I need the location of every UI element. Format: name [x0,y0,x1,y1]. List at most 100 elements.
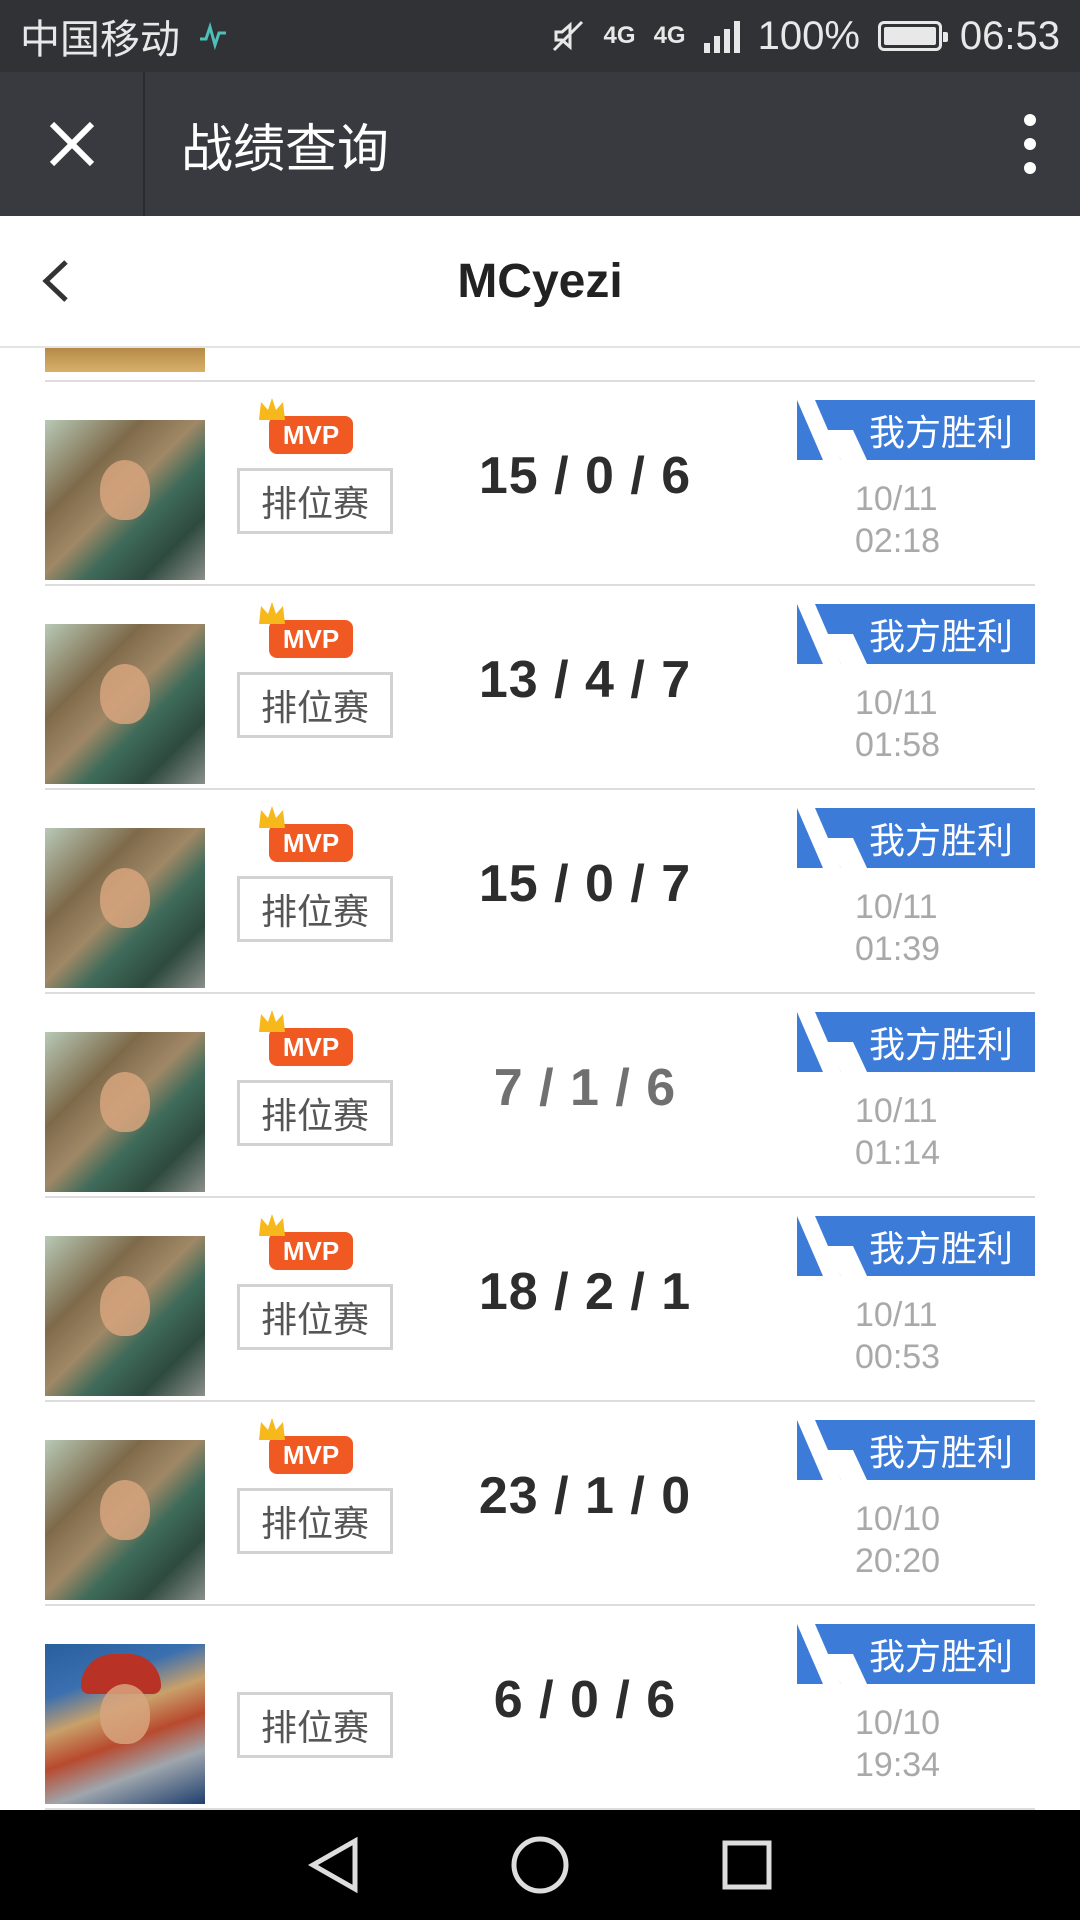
match-date: 10/10 [855,1704,941,1742]
chevron-left-icon [42,260,68,302]
match-datetime: 10/10 19:34 [855,1702,940,1786]
result-label: 我方胜利 [868,1432,1013,1473]
kda-score: 15 / 0 / 6 [478,447,692,505]
signal-icon [703,19,740,53]
match-row[interactable]: MVP 排位赛 23 / 1 / 0 我方胜利 10/10 20:20 [45,1402,1035,1606]
result-label: 我方胜利 [868,1228,1013,1269]
page-header: MCyezi [0,216,1080,348]
kda-score: 6 / 0 / 6 [493,1671,677,1729]
kda-score: 15 / 0 / 7 [478,855,692,913]
match-date: 10/10 [855,1500,941,1538]
activity-icon [200,21,226,51]
more-vertical-icon [1024,114,1036,174]
result-label: 我方胜利 [868,412,1013,453]
square-recents-icon [722,1840,772,1890]
hero-face [100,868,150,928]
match-time: 19:34 [855,1746,941,1784]
hero-avatar [45,1644,205,1804]
mvp-badge: MVP [259,1418,353,1474]
match-datetime: 10/10 20:20 [855,1498,940,1582]
crown-icon [259,1418,285,1440]
hero-avatar [45,1440,205,1600]
result-label: 我方胜利 [868,1024,1013,1065]
match-date: 10/11 [855,684,938,722]
close-button[interactable] [0,72,145,216]
match-row[interactable]: MVP 排位赛 13 / 4 / 7 我方胜利 10/11 01:58 [45,586,1035,790]
kda-score: 13 / 4 / 7 [478,651,692,709]
match-time: 01:39 [855,930,941,968]
crown-icon [259,602,285,624]
kda-score: 18 / 2 / 1 [478,1263,692,1321]
win-badge: 我方胜利 [797,1420,1035,1480]
hero-face [100,460,150,520]
crown-icon [259,806,285,828]
kda-score: 7 / 1 / 6 [493,1059,677,1117]
badge-stripe-icon [797,808,867,868]
hero-face [100,664,150,724]
mvp-label: MVP [282,623,340,654]
match-row[interactable]: MVP 排位赛 7 / 1 / 6 我方胜利 10/11 01:14 [45,994,1035,1198]
battery-percent: 100% [757,13,860,58]
badge-stripe-icon [797,1216,867,1276]
match-mode-tag: 排位赛 [237,1692,393,1758]
result-label: 我方胜利 [868,820,1013,861]
mvp-label: MVP [282,1235,340,1266]
mvp-badge: MVP [259,602,353,658]
match-mode-tag: 排位赛 [237,468,393,534]
mvp-badge: MVP [259,1010,353,1066]
crown-icon [259,1010,285,1032]
mvp-badge: MVP [259,1214,353,1270]
match-row[interactable]: MVP 排位赛 15 / 0 / 6 我方胜利 10/11 02:18 [45,382,1035,586]
nav-recents-button[interactable] [707,1825,787,1905]
match-row[interactable]: 排位赛 6 / 0 / 6 我方胜利 10/10 19:34 [45,1606,1035,1810]
match-time: 01:58 [855,726,941,764]
hero-face [100,1684,150,1744]
badge-stripe-icon [797,604,867,664]
hero-face [100,1480,150,1540]
more-menu-button[interactable] [980,72,1080,216]
match-date: 10/11 [855,1092,938,1130]
match-date: 10/11 [855,1296,938,1334]
hero-face [100,1276,150,1336]
badge-stripe-icon [797,400,867,460]
badge-stripe-icon [797,1420,867,1480]
carrier-label: 中国移动 [20,18,180,62]
result-label: 我方胜利 [868,616,1013,657]
match-datetime: 10/11 01:58 [855,682,940,766]
match-datetime: 10/11 01:14 [855,1090,940,1174]
kda-score: 23 / 1 / 0 [478,1467,692,1525]
match-mode-tag: 排位赛 [237,1488,393,1554]
win-badge: 我方胜利 [797,400,1035,460]
win-badge: 我方胜利 [797,1012,1035,1072]
circle-home-icon [511,1836,569,1894]
match-datetime: 10/11 01:39 [855,886,940,970]
match-mode-tag: 排位赛 [237,1080,393,1146]
match-time: 20:20 [855,1542,941,1580]
match-date: 10/11 [855,888,938,926]
win-badge: 我方胜利 [797,604,1035,664]
win-badge: 我方胜利 [797,1216,1035,1276]
match-time: 00:53 [855,1338,941,1376]
hero-avatar [45,420,205,580]
nav-back-button[interactable] [293,1825,373,1905]
hero-avatar [45,828,205,988]
hero-face [100,1072,150,1132]
battery-icon [877,21,948,51]
match-row[interactable]: MVP 排位赛 15 / 0 / 7 我方胜利 10/11 01:39 [45,790,1035,994]
match-date: 10/11 [855,480,938,518]
player-name: MCyezi [457,254,623,308]
mvp-badge: MVP [259,398,353,454]
nav-home-button[interactable] [500,1825,580,1905]
close-icon [49,121,94,167]
clock: 06:53 [959,13,1060,58]
match-row[interactable]: MVP 排位赛 18 / 2 / 1 我方胜利 10/11 00:53 [45,1198,1035,1402]
mvp-label: MVP [282,419,340,450]
back-button[interactable] [20,246,90,316]
mvp-badge: MVP [259,806,353,862]
match-list[interactable]: MVP 排位赛 15 / 0 / 6 我方胜利 10/11 02:18 MVP 排位赛 13 /… [45,348,1035,1810]
partial-hero-avatar [45,348,205,372]
match-time: 02:18 [855,522,941,560]
hero-avatar [45,1032,205,1192]
win-badge: 我方胜利 [797,1624,1035,1684]
status-bar: 中国移动 4G 4G 100% 06:53 [0,0,1080,72]
